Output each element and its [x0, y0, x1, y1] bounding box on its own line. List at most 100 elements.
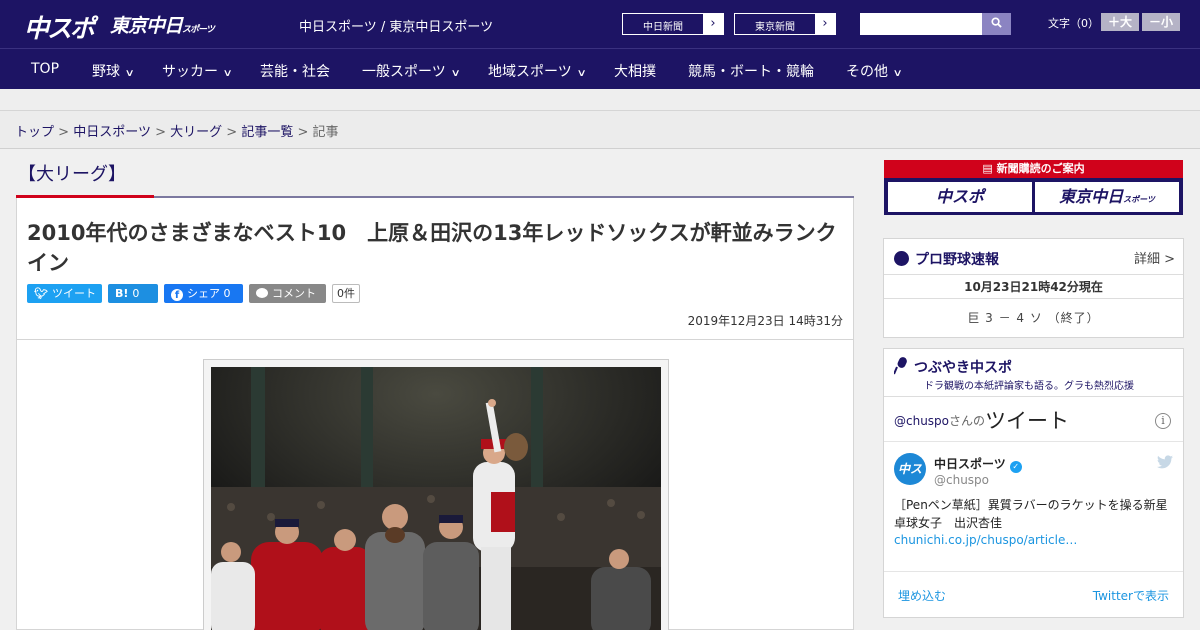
microphone-icon — [894, 357, 907, 375]
article-photo[interactable] — [211, 367, 661, 630]
hatena-bookmark-button[interactable]: B! 0 — [108, 284, 158, 303]
tokyo-logo-text: 東京中日 — [110, 15, 183, 37]
nav-top[interactable]: TOP — [31, 61, 59, 77]
breadcrumb-chuspo[interactable]: 中日スポーツ — [73, 125, 151, 140]
breadcrumb-sep: > — [297, 125, 309, 140]
chevron-down-icon: ∨ — [576, 68, 587, 79]
subscription-box: ▤ 新聞購読のご案内 中スポ 東京中日スポーツ — [884, 160, 1183, 215]
nav-label: サッカー — [162, 64, 218, 80]
chevron-down-icon: ∨ — [124, 68, 135, 79]
tsubuyaki-subtitle: ドラ観戦の本紙評論家も語る。グラも熱烈応援 — [924, 381, 1134, 392]
san-label: さんの — [949, 414, 986, 428]
sub-strip — [0, 89, 1200, 111]
tokyo-chunichi-logo[interactable]: 東京中日スポーツ — [110, 11, 215, 38]
search-button[interactable] — [982, 13, 1011, 35]
search-icon — [991, 17, 1002, 28]
divider — [884, 441, 1183, 442]
tweet-link[interactable]: chunichi.co.jp/chuspo/article… — [894, 533, 1077, 547]
site-names: 中日スポーツ / 東京中日スポーツ — [299, 20, 494, 35]
nav-label: 野球 — [92, 64, 120, 80]
subscription-title-text: 新聞購読のご案内 — [996, 162, 1085, 175]
nav-label: その他 — [846, 64, 888, 80]
chuspo-logo[interactable]: 中スポ — [24, 9, 95, 45]
font-smaller-button[interactable]: －小 — [1142, 13, 1180, 31]
pro-baseball-header: プロ野球速報 詳細 > — [884, 239, 1183, 275]
chevron-down-icon: ∨ — [450, 68, 461, 79]
article-title: 2010年代のさまざまなベスト10 上原＆田沢の13年レッドソックスが軒並みラン… — [27, 221, 837, 275]
verified-badge-icon: ✓ — [1009, 461, 1022, 473]
hatena-count: 0 — [132, 287, 140, 300]
nav-local-sports[interactable]: 地域スポーツ ∨ — [488, 61, 587, 81]
nav-label: 大相撲 — [614, 64, 656, 80]
breadcrumb-article-list[interactable]: 記事一覧 — [241, 125, 293, 140]
chevron-right-icon: › — [703, 14, 723, 34]
chevron-down-icon: ∨ — [892, 68, 903, 79]
chevron-down-icon: ∨ — [222, 68, 233, 79]
speech-bubble-icon — [256, 288, 268, 298]
nav-label: 競馬・ボート・競輪 — [688, 64, 814, 80]
twitter-bird-icon: 🐦︎ — [34, 287, 48, 300]
subscribe-chuspo-button[interactable]: 中スポ — [888, 182, 1032, 212]
facebook-share-button[interactable]: f シェア 0 — [164, 284, 243, 303]
breadcrumb: トップ > 中日スポーツ > 大リーグ > 記事一覧 > 記事 — [15, 121, 339, 140]
baseball-detail-link[interactable]: 詳細 > — [1134, 248, 1175, 267]
breadcrumb-top[interactable]: トップ — [15, 125, 54, 140]
view-on-twitter-link[interactable]: Twitterで表示 — [1093, 587, 1169, 604]
avatar[interactable]: 中スポ — [894, 453, 926, 508]
hatena-icon: B! — [115, 287, 129, 300]
header-bar: 中スポ 東京中日スポーツ 中日スポーツ / 東京中日スポーツ 中日新聞 › 東京新… — [0, 0, 1200, 48]
subscribe-tokyo-small: スポーツ — [1123, 195, 1155, 204]
nav-label: 一般スポーツ — [362, 64, 446, 80]
twitter-timeline-header: @chuspoさんのツイート — [894, 405, 1069, 435]
divider — [884, 396, 1183, 397]
divider — [884, 571, 1183, 572]
account-name[interactable]: 中日スポーツ ✓ — [934, 455, 1022, 473]
article-header: 2010年代のさまざまなベスト10 上原＆田沢の13年レッドソックスが軒並みラン… — [16, 198, 854, 340]
tokyo-logo-small: スポーツ — [182, 25, 215, 35]
nav-other[interactable]: その他 ∨ — [846, 61, 903, 81]
facebook-icon: f — [171, 289, 183, 301]
baseball-as-of: 10月23日21時42分現在 — [884, 276, 1183, 299]
main-nav: TOP 野球 ∨ サッカー ∨ 芸能・社会 一般スポーツ ∨ 地域スポーツ ∨ 大相撲 … — [0, 48, 1200, 89]
baseball-score[interactable]: 巨 3 － 4 ソ （終了） — [884, 309, 1183, 326]
breadcrumb-sep: > — [155, 125, 166, 140]
nav-label: TOP — [31, 61, 60, 77]
nav-soccer[interactable]: サッカー ∨ — [162, 61, 233, 81]
breadcrumb-mlb[interactable]: 大リーグ — [170, 125, 222, 140]
chunichi-shinbun-button[interactable]: 中日新聞 › — [622, 13, 724, 35]
facebook-share-label: シェア — [187, 287, 220, 300]
subscribe-tokyo-chunichi-button[interactable]: 東京中日スポーツ — [1035, 182, 1179, 212]
info-icon[interactable]: i — [1155, 413, 1171, 429]
twitter-handle-link[interactable]: @chuspo — [894, 414, 949, 428]
subscription-title: ▤ 新聞購読のご案内 — [884, 160, 1183, 178]
baseball-icon — [894, 251, 909, 266]
article-photo-area — [16, 340, 854, 630]
nav-label: 地域スポーツ — [488, 64, 572, 80]
tsubuyaki-title: つぶやき中スポ — [894, 357, 1012, 377]
photo-frame — [203, 359, 669, 630]
nav-label: 芸能・社会 — [260, 64, 330, 80]
tweet-button[interactable]: 🐦︎ ツイート — [27, 284, 102, 303]
comment-count: 0件 — [332, 284, 360, 303]
nav-baseball[interactable]: 野球 ∨ — [92, 61, 135, 81]
font-bigger-button[interactable]: ＋大 — [1101, 13, 1139, 31]
celebration-photo — [211, 367, 661, 630]
tweet-label: ツイート — [51, 287, 96, 300]
nav-sumo[interactable]: 大相撲 — [614, 61, 656, 81]
tokyo-shinbun-button[interactable]: 東京新聞 › — [734, 13, 836, 35]
nav-racing[interactable]: 競馬・ボート・競輪 — [688, 61, 814, 81]
nav-entertainment[interactable]: 芸能・社会 — [260, 61, 330, 81]
breadcrumb-sep: > — [226, 125, 238, 140]
nav-general-sports[interactable]: 一般スポーツ ∨ — [362, 61, 461, 81]
search-input[interactable] — [860, 13, 982, 35]
embed-link[interactable]: 埋め込む — [898, 587, 946, 604]
twitter-bird-icon[interactable] — [1157, 455, 1173, 469]
account-handle[interactable]: @chuspo — [934, 473, 989, 487]
pro-baseball-title: プロ野球速報 — [894, 249, 999, 269]
pro-baseball-title-text: プロ野球速報 — [915, 252, 999, 268]
facebook-share-count: 0 — [223, 287, 231, 300]
account-name-text: 中日スポーツ — [934, 457, 1006, 471]
comment-button[interactable]: コメント — [249, 284, 326, 303]
breadcrumb-sep: > — [58, 125, 70, 140]
tokyo-shinbun-label: 東京新聞 — [755, 22, 795, 33]
